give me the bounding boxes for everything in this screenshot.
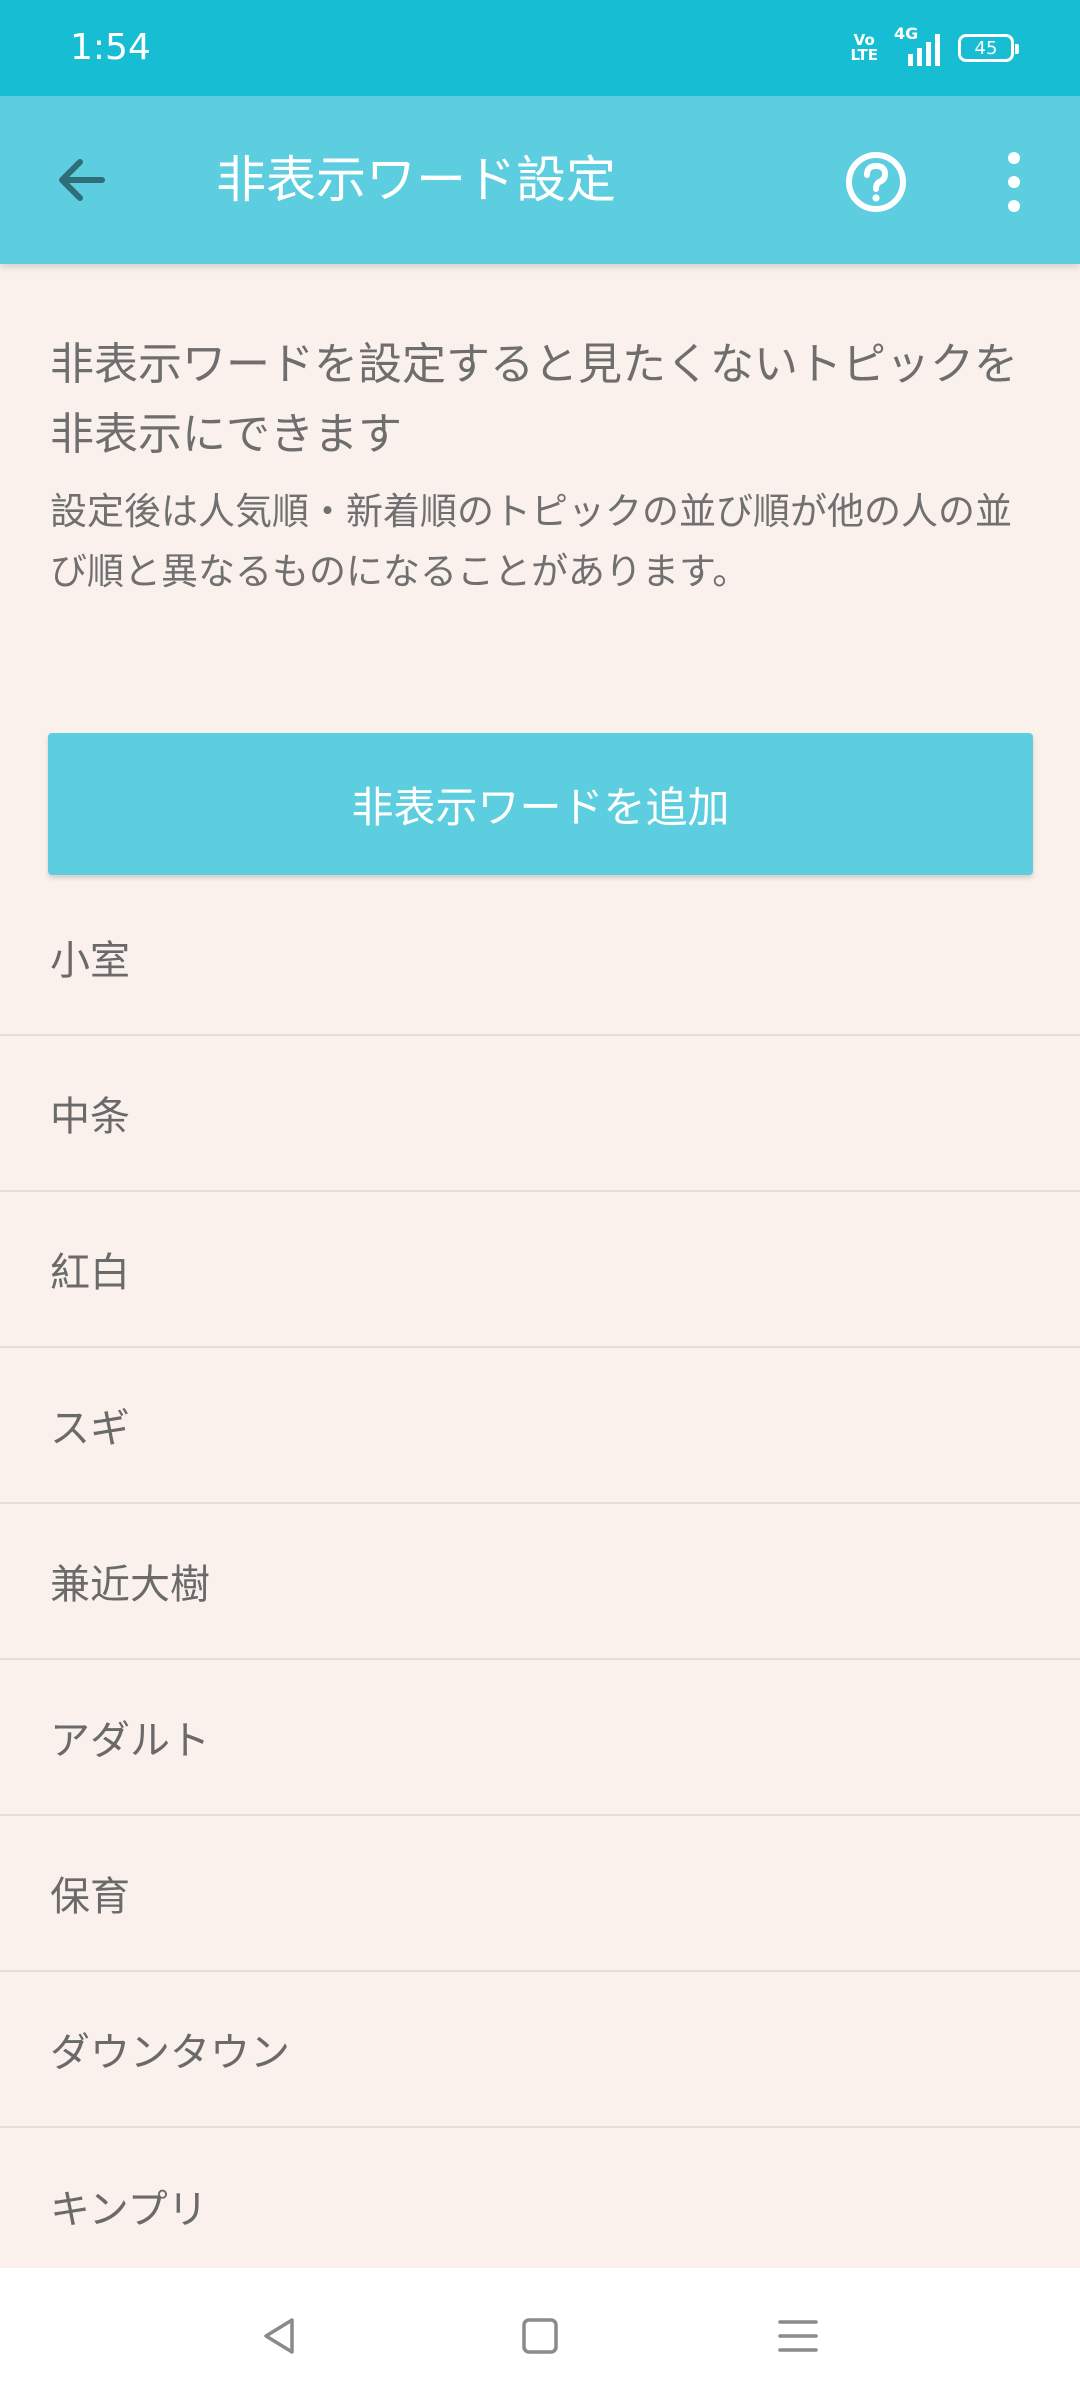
- nav-home-button[interactable]: [510, 2306, 570, 2366]
- status-bar: 1:54 Vo LTE 4G 45: [0, 0, 1080, 96]
- list-item[interactable]: 保育: [0, 1816, 1080, 1972]
- back-button[interactable]: [44, 140, 124, 220]
- nav-back-button[interactable]: [250, 2306, 310, 2366]
- help-button[interactable]: [838, 144, 914, 220]
- square-home-icon: [522, 2318, 558, 2354]
- more-options-button[interactable]: [980, 144, 1048, 220]
- more-vertical-icon: [1008, 152, 1020, 212]
- volte-bottom: LTE: [850, 46, 878, 64]
- help-circle-icon: [846, 152, 906, 212]
- list-item[interactable]: ダウンタウン: [0, 1972, 1080, 2128]
- intro-sub-text: 設定後は人気順・新着順のトピックの並び順が他の人の並び順と異なるものになることが…: [50, 490, 1012, 593]
- menu-lines-icon: [778, 2320, 818, 2352]
- nav-menu-button[interactable]: [768, 2306, 828, 2366]
- intro-main-text: 非表示ワードを設定すると見たくないトピックを非表示にできます: [50, 339, 1018, 460]
- volte-indicator: Vo LTE: [850, 33, 878, 63]
- system-nav-bar: [0, 2268, 1080, 2400]
- status-time: 1:54: [70, 27, 151, 68]
- status-indicators: Vo LTE 4G 45: [850, 24, 1019, 70]
- intro-section: 非表示ワードを設定すると見たくないトピックを非表示にできます 設定後は人気順・新…: [50, 330, 1040, 602]
- triangle-back-icon: [264, 2318, 294, 2354]
- signal-icon: 4G: [894, 24, 940, 66]
- hidden-word-list: 小室 中条 紅白 スギ 兼近大樹 アダルト 保育 ダウンタウン キンプリ: [0, 880, 1080, 2284]
- list-item[interactable]: キンプリ: [0, 2128, 1080, 2284]
- list-item[interactable]: スギ: [0, 1348, 1080, 1504]
- app-bar: 非表示ワード設定: [0, 96, 1080, 264]
- page-title: 非表示ワード設定: [216, 151, 616, 209]
- list-item[interactable]: アダルト: [0, 1660, 1080, 1816]
- list-item[interactable]: 兼近大樹: [0, 1504, 1080, 1660]
- list-item[interactable]: 紅白: [0, 1192, 1080, 1348]
- list-item[interactable]: 小室: [0, 880, 1080, 1036]
- add-hidden-word-button[interactable]: 非表示ワードを追加: [48, 733, 1033, 875]
- network-type: 4G: [894, 24, 919, 43]
- arrow-left-icon: [59, 159, 105, 201]
- battery-icon: 45: [958, 34, 1019, 62]
- list-item[interactable]: 中条: [0, 1036, 1080, 1192]
- battery-level: 45: [974, 37, 998, 59]
